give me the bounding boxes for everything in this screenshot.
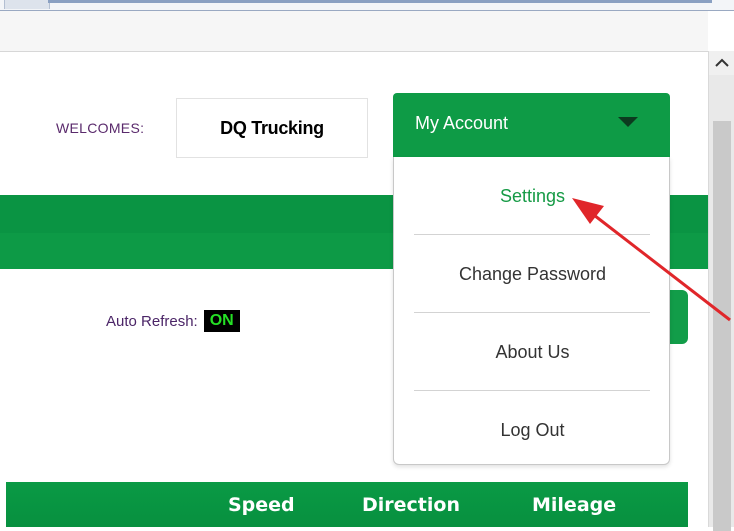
- auto-refresh-status: Auto Refresh: ON: [106, 310, 240, 332]
- welcome-label: WELCOMES:: [56, 120, 145, 136]
- column-header-speed[interactable]: Speed: [228, 494, 295, 516]
- red-arrow-icon: [572, 198, 731, 322]
- table-header: Speed Direction Mileage: [6, 482, 688, 527]
- auto-refresh-label: Auto Refresh:: [106, 312, 198, 330]
- tab-strip-line: [48, 0, 712, 3]
- browser-tab-strip: [0, 0, 734, 11]
- company-name: DQ Trucking: [220, 117, 324, 138]
- caret-down-icon: [618, 117, 638, 127]
- chevron-up-icon: [715, 58, 729, 67]
- auto-refresh-toggle[interactable]: ON: [203, 310, 240, 332]
- column-header-mileage[interactable]: Mileage: [532, 494, 616, 516]
- browser-toolbar: [0, 11, 708, 52]
- menu-item-log-out[interactable]: Log Out: [394, 391, 671, 469]
- browser-tab[interactable]: [4, 0, 50, 9]
- company-name-box: DQ Trucking: [176, 98, 368, 158]
- my-account-label: My Account: [415, 113, 509, 133]
- my-account-button[interactable]: My Account: [393, 93, 670, 157]
- column-header-direction[interactable]: Direction: [362, 494, 460, 516]
- scroll-up-button[interactable]: [709, 51, 734, 75]
